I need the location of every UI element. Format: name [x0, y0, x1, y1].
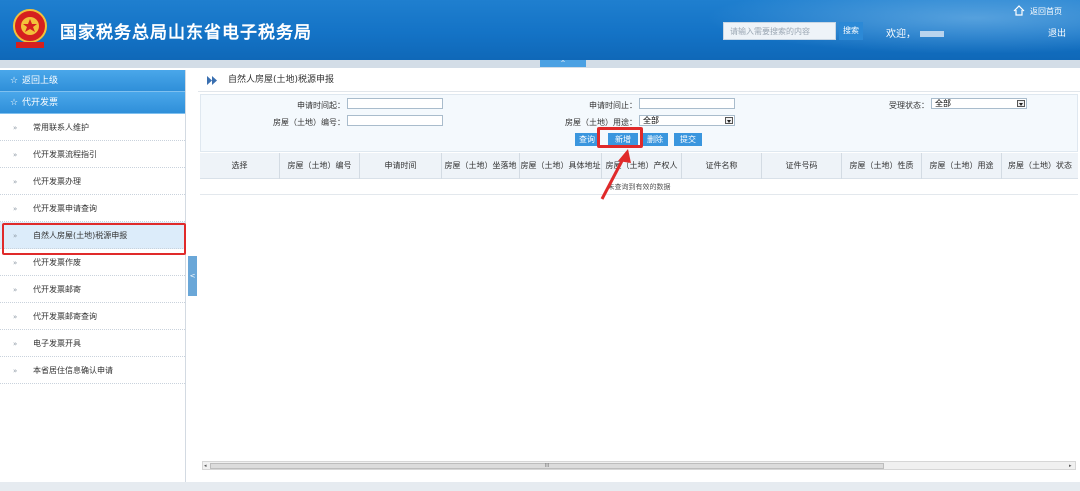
header-collapse-toggle[interactable]: ^: [540, 60, 586, 67]
apply-end-input[interactable]: [639, 98, 735, 109]
sidebar-item-void[interactable]: » 代开发票作废: [0, 249, 185, 276]
sidebar-item-contacts[interactable]: » 常用联系人维护: [0, 114, 185, 141]
sidebar-item-residence-confirm[interactable]: » 本省居住信息确认申请: [0, 357, 185, 384]
sidebar-item-label: 代开发票办理: [33, 177, 81, 186]
sidebar: ☆ 返回上级 ☆ 代开发票 » 常用联系人维护 » 代开发票流程指引 » 代开发票办理 »…: [0, 70, 186, 482]
breadcrumb: 自然人房屋(土地)税源申报: [198, 70, 1080, 92]
column-header[interactable]: 房屋（土地）状态: [1002, 153, 1078, 179]
star-icon: ☆: [10, 98, 19, 108]
sidebar-item-property-tax-declaration[interactable]: » 自然人房屋(土地)税源申报: [0, 222, 186, 255]
apply-start-label: 申请时间起：: [297, 101, 345, 110]
apply-start-input[interactable]: [347, 98, 443, 109]
horizontal-scrollbar[interactable]: ◂ III ▸: [202, 461, 1076, 470]
sidebar-collapse-toggle[interactable]: <: [188, 256, 197, 296]
scroll-right-icon[interactable]: ▸: [1069, 463, 1074, 469]
bullet-icon: »: [13, 178, 18, 186]
sidebar-item-label: 代开发票邮寄: [33, 285, 81, 294]
sidebar-item-label: 自然人房屋(土地)税源申报: [33, 231, 128, 240]
column-header[interactable]: 选择: [200, 153, 280, 179]
top-header: 国家税务总局山东省电子税务局 请输入需要搜索的内容 搜索 欢迎， 返回首页 退出: [0, 0, 1080, 60]
column-header[interactable]: 房屋（土地）用途: [922, 153, 1002, 179]
logout-link[interactable]: 退出: [1048, 26, 1066, 39]
home-icon[interactable]: [1013, 5, 1025, 16]
star-icon: ☆: [10, 76, 19, 86]
sidebar-item-apply-query[interactable]: » 代开发票申请查询: [0, 195, 185, 222]
page-title: 自然人房屋(土地)税源申报: [228, 75, 335, 85]
sidebar-item-label: 电子发票开具: [33, 339, 81, 348]
usage-select[interactable]: 全部: [639, 115, 735, 126]
query-button[interactable]: 查询: [575, 133, 599, 146]
bullet-icon: »: [13, 313, 18, 321]
sidebar-back-label: 返回上级: [22, 76, 59, 86]
column-header[interactable]: 证件号码: [762, 153, 842, 179]
status-select-value: 全部: [935, 99, 951, 108]
search-button[interactable]: 搜索: [839, 22, 863, 40]
bullet-icon: »: [13, 151, 18, 159]
sidebar-item-guide[interactable]: » 代开发票流程指引: [0, 141, 185, 168]
house-no-input[interactable]: [347, 115, 443, 126]
table-header: 选择 房屋（土地）编号 申请时间 房屋（土地）坐落地 房屋（土地）具体地址 房屋…: [200, 153, 1078, 179]
footer-bar: [0, 482, 1080, 491]
scrollbar-thumb[interactable]: III: [210, 463, 884, 469]
welcome-text: 欢迎，: [886, 25, 944, 40]
sidebar-item-issue[interactable]: » 代开发票办理: [0, 168, 185, 195]
sidebar-item-mail[interactable]: » 代开发票邮寄: [0, 276, 185, 303]
sidebar-section-label: 代开发票: [22, 98, 59, 108]
column-header[interactable]: 房屋（土地）编号: [280, 153, 360, 179]
sidebar-item-label: 代开发票流程指引: [33, 150, 97, 159]
sidebar-section-header[interactable]: ☆ 代开发票: [0, 92, 185, 114]
bullet-icon: »: [13, 286, 18, 294]
bullet-icon: »: [13, 205, 18, 213]
bullet-icon: »: [13, 232, 18, 240]
column-header[interactable]: 房屋（土地）坐落地: [442, 153, 520, 179]
add-button-highlight: [597, 127, 643, 148]
annotation-arrow-icon: [600, 149, 631, 200]
usage-select-value: 全部: [643, 116, 659, 125]
sidebar-item-mail-query[interactable]: » 代开发票邮寄查询: [0, 303, 185, 330]
delete-button[interactable]: 删除: [642, 133, 668, 146]
bullet-icon: »: [13, 259, 18, 267]
sidebar-item-label: 本省居住信息确认申请: [33, 366, 113, 375]
column-header[interactable]: 房屋（土地）性质: [842, 153, 922, 179]
submit-button[interactable]: 提交: [674, 133, 702, 146]
sidebar-item-label: 常用联系人维护: [33, 123, 89, 132]
chevron-down-icon: [725, 117, 733, 124]
sidebar-item-label: 代开发票作废: [33, 258, 81, 267]
column-header[interactable]: 申请时间: [360, 153, 442, 179]
site-title: 国家税务总局山东省电子税务局: [60, 23, 312, 43]
welcome-label: 欢迎，: [886, 29, 916, 40]
empty-table-message: 未查询到有效的数据: [200, 179, 1078, 195]
sidebar-item-e-invoice[interactable]: » 电子发票开具: [0, 330, 185, 357]
double-arrow-right-icon: [207, 76, 217, 85]
scroll-left-icon[interactable]: ◂: [204, 463, 209, 469]
status-select[interactable]: 全部: [931, 98, 1027, 109]
sidebar-back-button[interactable]: ☆ 返回上级: [0, 70, 185, 92]
chevron-down-icon: [1017, 100, 1025, 107]
username-redacted: [920, 31, 944, 37]
bullet-icon: »: [13, 124, 18, 132]
bullet-icon: »: [13, 367, 18, 375]
column-header[interactable]: 房屋（土地）具体地址: [520, 153, 602, 179]
bullet-icon: »: [13, 340, 18, 348]
sidebar-item-label: 代开发票申请查询: [33, 204, 97, 213]
sidebar-item-label: 代开发票邮寄查询: [33, 312, 97, 321]
column-header[interactable]: 证件名称: [682, 153, 762, 179]
status-label: 受理状态：: [889, 101, 929, 110]
house-no-label: 房屋（土地）编号：: [273, 118, 345, 127]
home-link[interactable]: 返回首页: [1030, 6, 1062, 17]
apply-end-label: 申请时间止：: [589, 101, 637, 110]
search-input[interactable]: 请输入需要搜索的内容: [723, 22, 836, 40]
tax-bureau-emblem-icon: [13, 9, 47, 48]
